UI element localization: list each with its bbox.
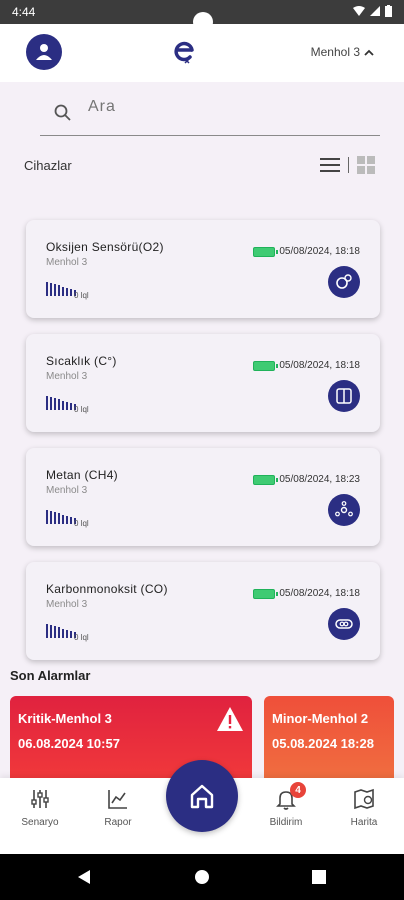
person-icon [36, 44, 52, 60]
device-name: Oksijen Sensörü(O2) [46, 240, 164, 254]
nav-item-rapor[interactable]: Rapor [88, 788, 148, 828]
system-navigation-bar [0, 854, 404, 900]
location-selector[interactable]: Menhol 3 [311, 45, 374, 59]
co-glyph-icon [335, 619, 353, 629]
temperature-glyph-icon [336, 388, 352, 404]
nav-label: Harita [350, 817, 378, 828]
nav-item-bildirim[interactable]: 4 Bildirim [256, 782, 316, 828]
device-card[interactable]: Sıcaklık (C°) Menhol 3 05/08/2024, 18:18… [26, 334, 380, 432]
home-button[interactable] [166, 760, 238, 832]
status-time: 4:44 [12, 5, 36, 19]
alarm-title: Minor-Menhol 2 [272, 711, 369, 726]
nav-item-harita[interactable]: Harita [334, 788, 394, 828]
battery-icon [253, 474, 279, 485]
device-date: 05/08/2024, 18:23 [279, 474, 360, 485]
device-name: Metan (CH4) [46, 468, 118, 482]
alarm-date: 06.08.2024 10:57 [18, 736, 120, 751]
co-icon[interactable] [328, 608, 360, 640]
battery-icon [253, 588, 279, 599]
home-circle-icon[interactable] [194, 869, 210, 885]
device-status: 05/08/2024, 18:18 [253, 588, 360, 599]
device-location: Menhol 3 [46, 257, 88, 268]
wifi-icon [353, 6, 365, 16]
methane-icon[interactable] [328, 494, 360, 526]
search-icon[interactable] [54, 104, 72, 122]
search-input[interactable] [88, 98, 348, 116]
nav-label: Bildirim [269, 817, 303, 828]
app-header: Menhol 3 [0, 24, 404, 82]
device-name: Karbonmonoksit (CO) [46, 582, 168, 596]
device-date: 05/08/2024, 18:18 [279, 360, 360, 371]
nav-label: Senaryo [21, 817, 59, 828]
signal-value: 0 lql [74, 519, 89, 528]
alarm-card-minor[interactable]: Minor-Menhol 2 05.08.2024 18:28 [264, 696, 394, 786]
signal-value: 0 lql [74, 405, 89, 414]
methane-glyph-icon [335, 501, 353, 517]
signal-value: 0 lql [74, 291, 89, 300]
device-location: Menhol 3 [46, 485, 88, 496]
cell-signal-icon [370, 6, 380, 16]
e-logo-icon [174, 41, 194, 64]
signal-bars-icon [46, 510, 76, 524]
signal-bars-icon [46, 396, 76, 410]
chart-icon [108, 790, 127, 809]
nav-label: Rapor [104, 817, 132, 828]
status-bar: 4:44 [0, 0, 404, 32]
sliders-icon [31, 790, 49, 808]
device-status: 05/08/2024, 18:18 [253, 360, 360, 371]
alarm-date: 05.08.2024 18:28 [272, 736, 374, 751]
device-status: 05/08/2024, 18:18 [253, 246, 360, 257]
grid-view-icon[interactable] [357, 156, 375, 174]
o2-glyph-icon [336, 274, 352, 289]
temperature-icon[interactable] [328, 380, 360, 412]
notification-badge: 4 [290, 782, 306, 798]
battery-icon [253, 246, 279, 257]
recents-icon[interactable] [312, 870, 326, 884]
nav-item-senaryo[interactable]: Senaryo [10, 788, 70, 828]
device-date: 05/08/2024, 18:18 [279, 588, 360, 599]
device-date: 05/08/2024, 18:18 [279, 246, 360, 257]
device-location: Menhol 3 [46, 371, 88, 382]
devices-title: Cihazlar [24, 158, 72, 173]
o2-icon[interactable] [328, 266, 360, 298]
signal-bars-icon [46, 624, 76, 638]
view-divider [348, 157, 349, 173]
alarms-title: Son Alarmlar [10, 668, 91, 683]
alarm-title: Kritik-Menhol 3 [18, 711, 112, 726]
device-name: Sıcaklık (C°) [46, 354, 117, 368]
device-status: 05/08/2024, 18:23 [253, 474, 360, 485]
device-location: Menhol 3 [46, 599, 88, 610]
battery-icon [253, 360, 279, 371]
home-icon [190, 784, 214, 809]
status-icons [353, 5, 392, 17]
signal-bars-icon [46, 282, 76, 296]
device-card[interactable]: Metan (CH4) Menhol 3 05/08/2024, 18:23 0… [26, 448, 380, 546]
profile-avatar[interactable] [26, 34, 62, 70]
warning-icon [217, 707, 243, 731]
map-icon [354, 788, 374, 810]
signal-value: 0 lql [74, 633, 89, 642]
search-bar [40, 90, 380, 136]
chevron-up-icon [364, 49, 374, 56]
list-view-icon[interactable] [320, 157, 340, 173]
location-label: Menhol 3 [310, 45, 360, 59]
device-card[interactable]: Karbonmonoksit (CO) Menhol 3 05/08/2024,… [26, 562, 380, 660]
device-card[interactable]: Oksijen Sensörü(O2) Menhol 3 05/08/2024,… [26, 220, 380, 318]
battery-status-icon [385, 5, 392, 17]
view-toggle [320, 156, 375, 174]
back-icon[interactable] [76, 869, 92, 885]
